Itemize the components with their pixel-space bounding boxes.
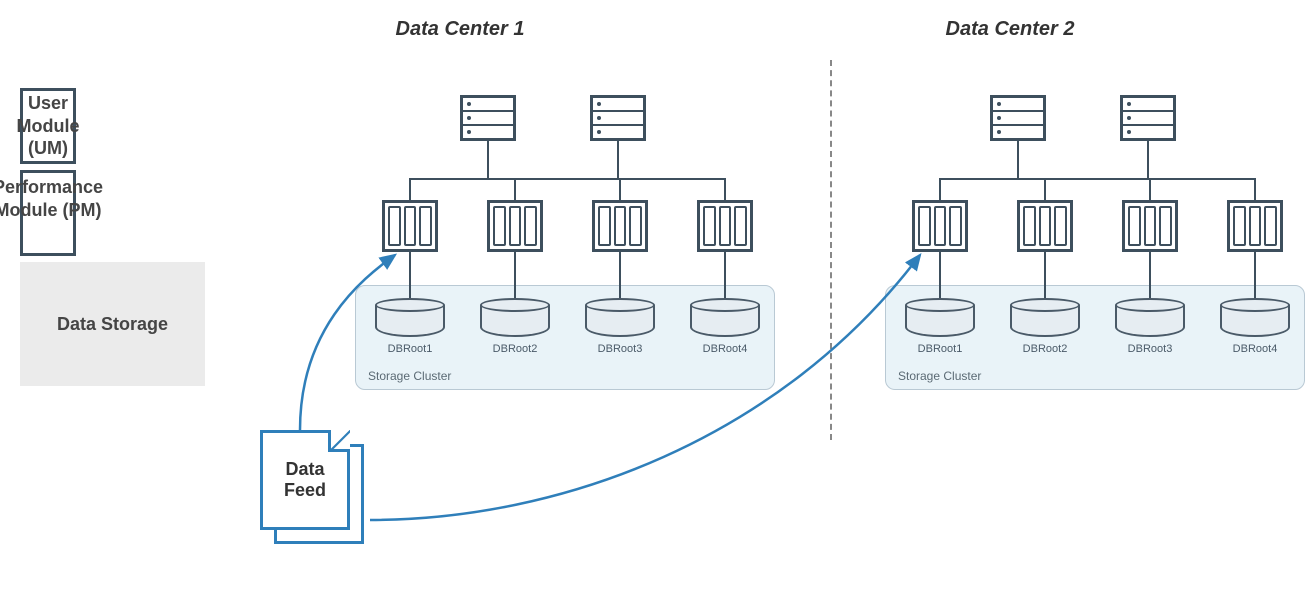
pm2-dc1 (487, 200, 543, 252)
dbroot1-dc1: DBRoot1 (375, 298, 445, 337)
dbroot2-dc1-label: DBRoot2 (493, 343, 538, 355)
connector (1147, 161, 1149, 178)
data-feed-label: Data Feed (269, 459, 341, 501)
connector (724, 178, 726, 200)
connector (619, 178, 621, 200)
connector (724, 252, 726, 298)
connector (409, 252, 411, 298)
connector (1044, 252, 1046, 298)
connector (514, 252, 516, 298)
connector (1254, 178, 1256, 200)
connector (939, 178, 1256, 180)
pm1-dc1 (382, 200, 438, 252)
pm3-dc1 (592, 200, 648, 252)
connector (1149, 178, 1151, 200)
connector (1044, 178, 1046, 200)
storage-cluster-label-dc1: Storage Cluster (368, 369, 451, 383)
connector (514, 178, 516, 200)
connector (617, 141, 619, 161)
dbroot4-dc2: DBRoot4 (1220, 298, 1290, 337)
pm4-dc2 (1227, 200, 1283, 252)
dc2-title: Data Center 2 (910, 18, 1110, 41)
dc-divider (830, 60, 832, 440)
connector (1017, 141, 1019, 161)
row-label-ds: Data Storage (20, 262, 205, 386)
dbroot1-dc1-label: DBRoot1 (388, 343, 433, 355)
um1-dc2 (990, 95, 1046, 141)
connector (939, 252, 941, 298)
dbroot4-dc1: DBRoot4 (690, 298, 760, 337)
um2-dc2 (1120, 95, 1176, 141)
dbroot2-dc2: DBRoot2 (1010, 298, 1080, 337)
um1-dc1 (460, 95, 516, 141)
connector (1254, 252, 1256, 298)
dbroot3-dc2-label: DBRoot3 (1128, 343, 1173, 355)
row-label-um: User Module (UM) (20, 88, 76, 164)
dc1-title: Data Center 1 (360, 18, 560, 41)
dbroot4-dc1-label: DBRoot4 (703, 343, 748, 355)
connector (617, 161, 619, 178)
row-label-pm: Performance Module (PM) (20, 170, 76, 256)
pm3-dc2 (1122, 200, 1178, 252)
data-feed-icon: Data Feed (260, 430, 370, 550)
pm4-dc1 (697, 200, 753, 252)
connector (619, 252, 621, 298)
dbroot3-dc2: DBRoot3 (1115, 298, 1185, 337)
connector (1149, 252, 1151, 298)
pm1-dc2 (912, 200, 968, 252)
storage-cluster-label-dc2: Storage Cluster (898, 369, 981, 383)
dbroot3-dc1-label: DBRoot3 (598, 343, 643, 355)
dbroot3-dc1: DBRoot3 (585, 298, 655, 337)
um2-dc1 (590, 95, 646, 141)
connector (1147, 141, 1149, 161)
architecture-diagram: User Module (UM) Performance Module (PM)… (0, 0, 1315, 598)
connector (487, 141, 489, 161)
connector (939, 178, 941, 200)
dbroot2-dc2-label: DBRoot2 (1023, 343, 1068, 355)
pm2-dc2 (1017, 200, 1073, 252)
dbroot1-dc2: DBRoot1 (905, 298, 975, 337)
dbroot2-dc1: DBRoot2 (480, 298, 550, 337)
connector (1017, 161, 1019, 178)
dbroot4-dc2-label: DBRoot4 (1233, 343, 1278, 355)
connector (409, 178, 726, 180)
connector (409, 178, 411, 200)
dbroot1-dc2-label: DBRoot1 (918, 343, 963, 355)
connector (487, 161, 489, 178)
